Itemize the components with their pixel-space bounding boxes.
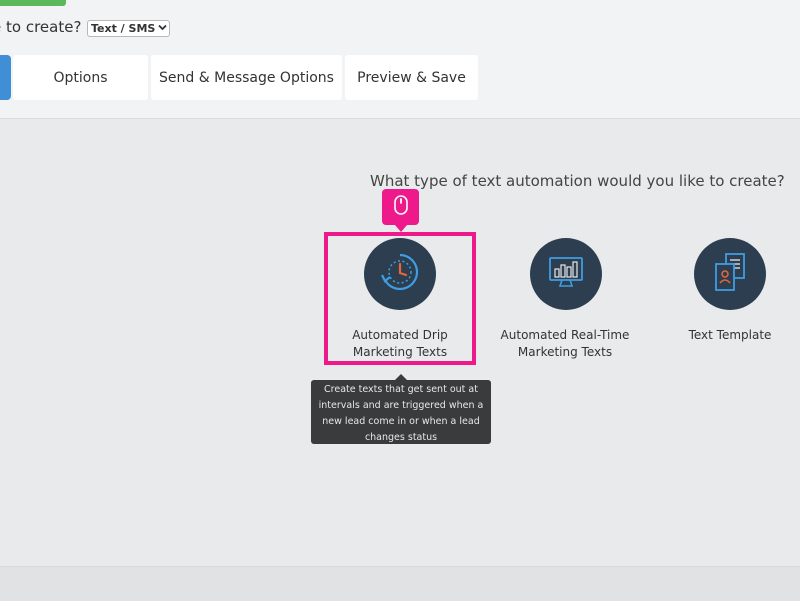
template-option-label[interactable]: Text Template <box>665 327 795 344</box>
chevron-down-icon <box>158 23 167 34</box>
realtime-option-icon-circle[interactable] <box>530 238 602 310</box>
type-select[interactable]: Text / SMS <box>87 20 171 37</box>
document-template-icon <box>708 250 752 298</box>
automation-question: What type of text automation would you l… <box>370 172 785 190</box>
footer-strip <box>0 566 800 601</box>
top-area: e to create? Text / SMS Options Send & M… <box>0 0 800 119</box>
template-label-line1: Text Template <box>688 328 772 342</box>
mouse-click-indicator <box>382 189 419 232</box>
tab-options[interactable]: Options <box>13 55 148 100</box>
tab-preview-save[interactable]: Preview & Save <box>345 55 478 100</box>
type-question: e to create? <box>0 18 82 36</box>
realtime-label-line2: Marketing Texts <box>517 345 613 359</box>
type-select-value: Text / SMS <box>91 22 156 35</box>
progress-bar <box>0 0 66 6</box>
template-option-icon-circle[interactable] <box>694 238 766 310</box>
monitor-chart-icon <box>544 250 588 298</box>
tab-active[interactable] <box>0 55 11 100</box>
mouse-icon <box>393 195 408 219</box>
realtime-label-line1: Automated Real-Time <box>500 328 630 342</box>
drip-tooltip: Create texts that get sent out at interv… <box>311 374 491 444</box>
drip-option-highlight[interactable] <box>324 232 476 365</box>
realtime-option-label[interactable]: Automated Real-Time Marketing Texts <box>495 327 635 361</box>
tab-send-message-options[interactable]: Send & Message Options <box>151 55 342 100</box>
